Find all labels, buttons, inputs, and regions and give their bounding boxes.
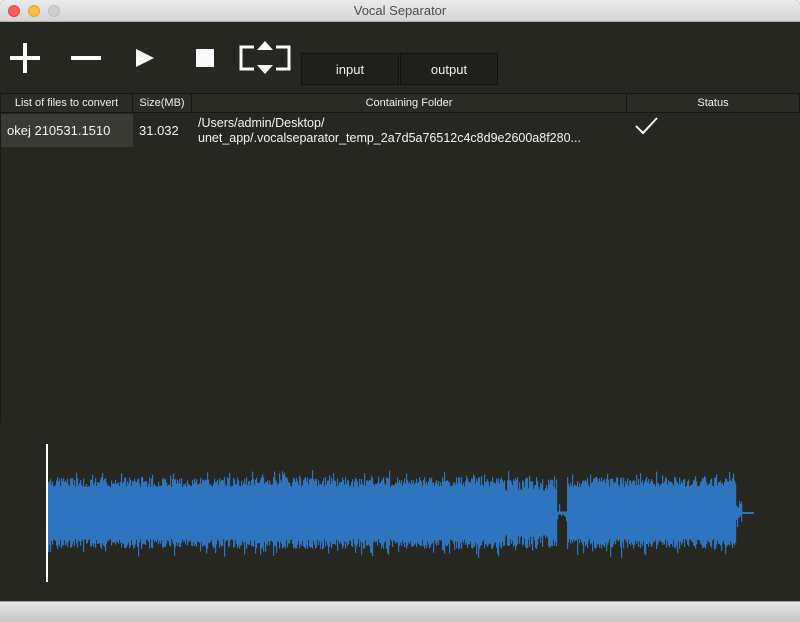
status-bar — [0, 601, 800, 622]
column-header-status[interactable]: Status — [627, 93, 800, 113]
file-table: List of files to convert Size(MB) Contai… — [0, 93, 800, 423]
title-bar: Vocal Separator — [0, 0, 800, 22]
waveform-view[interactable] — [0, 430, 800, 600]
plus-icon — [10, 43, 40, 73]
folder-cell: /Users/admin/Desktop/ unet_app/.vocalsep… — [192, 114, 627, 147]
waveform-sample — [741, 501, 743, 523]
checkmark-icon — [635, 116, 658, 134]
toolbar: input output — [0, 23, 800, 91]
waveform — [47, 469, 754, 559]
column-header-files[interactable]: List of files to convert — [1, 93, 133, 113]
folder-path-line-1: /Users/admin/Desktop/ — [198, 115, 325, 130]
file-size-cell: 31.032 — [139, 123, 179, 138]
file-name-cell[interactable]: okej 210531.1510 — [1, 114, 133, 147]
window-title: Vocal Separator — [353, 3, 447, 18]
status-cell — [627, 114, 800, 147]
table-header: List of files to convert Size(MB) Contai… — [1, 93, 800, 113]
output-button[interactable]: output — [400, 53, 498, 85]
remove-file-button[interactable] — [70, 41, 102, 75]
play-icon — [136, 49, 154, 67]
folder-path-line-2: unet_app/.vocalseparator_temp_2a7d5a7651… — [198, 130, 581, 145]
expand-vertical-icon — [239, 41, 291, 74]
table-row[interactable]: okej 210531.1510 31.032 /Users/admin/Des… — [1, 114, 800, 147]
playhead[interactable] — [46, 444, 48, 582]
waveform-tail — [742, 512, 754, 514]
play-button[interactable] — [134, 41, 158, 75]
app-window: Vocal Separator input output List of fil… — [0, 0, 800, 622]
add-file-button[interactable] — [9, 41, 41, 75]
stop-icon — [196, 49, 214, 67]
stop-button[interactable] — [194, 41, 218, 75]
column-header-size[interactable]: Size(MB) — [133, 93, 192, 113]
input-button[interactable]: input — [301, 53, 399, 85]
expand-button[interactable] — [239, 41, 293, 75]
minus-icon — [71, 56, 101, 60]
column-header-folder[interactable]: Containing Folder — [192, 93, 627, 113]
